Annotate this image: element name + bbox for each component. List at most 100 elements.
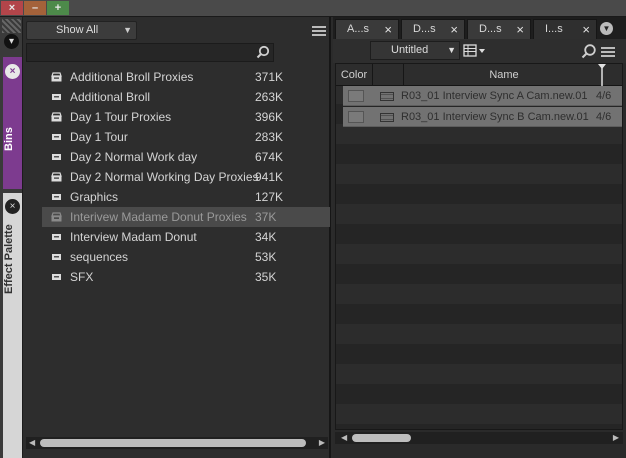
scrollbar-thumb[interactable]: [40, 439, 306, 447]
scroll-left-icon[interactable]: ◀: [341, 432, 347, 444]
scroll-right-icon[interactable]: ▶: [319, 437, 325, 449]
bin-name: Interview Madam Donut: [70, 230, 197, 244]
bin-row[interactable]: Graphics 127K: [42, 187, 330, 207]
drag-handle[interactable]: [2, 19, 21, 33]
bin-search-input[interactable]: [26, 43, 274, 62]
bin-tab[interactable]: D...s ×: [401, 19, 465, 39]
clip-color-swatch[interactable]: [348, 90, 364, 102]
filter-dropdown[interactable]: Show All ▼: [26, 21, 137, 40]
bin-view-name: Untitled: [391, 44, 429, 56]
bin-menu-icon[interactable]: [601, 47, 615, 57]
close-tab-icon[interactable]: ×: [582, 20, 590, 39]
bin-proxy-icon: [51, 112, 62, 122]
effect-palette-tab-label: Effect Palette: [3, 224, 15, 294]
list-view-icon: [463, 44, 485, 57]
tab-menu-icon[interactable]: ▼: [600, 22, 613, 35]
bin-row[interactable]: SFX 35K: [42, 267, 330, 287]
close-tab-icon[interactable]: ×: [450, 20, 458, 39]
column-marker-icon[interactable]: [598, 64, 606, 86]
close-tab-icon[interactable]: ×: [384, 20, 392, 39]
bin-tab-label: I...s: [545, 23, 563, 35]
column-header-icon[interactable]: [373, 64, 404, 86]
column-header-color[interactable]: Color: [336, 64, 373, 86]
chevron-down-icon: ▼: [123, 25, 132, 35]
view-mode-button[interactable]: [462, 42, 488, 59]
window-close-button[interactable]: ×: [1, 1, 23, 15]
bin-row[interactable]: Day 2 Normal Working Day Proxies 941K: [42, 167, 330, 187]
clip-date: 4/6: [596, 90, 612, 102]
bin-row[interactable]: Interview Madam Donut 34K: [42, 227, 330, 247]
master-clip-icon: [380, 113, 394, 122]
bins-horizontal-scrollbar[interactable]: ◀ ▶: [26, 437, 328, 449]
bin-tab[interactable]: D...s ×: [467, 19, 531, 39]
column-header-name[interactable]: Name: [404, 64, 604, 86]
bin-icon: [52, 194, 61, 200]
bin-icon: [52, 154, 61, 160]
bin-row[interactable]: Day 1 Tour Proxies 396K: [42, 107, 330, 127]
bin-size: 283K: [255, 130, 284, 144]
window-maximize-button[interactable]: +: [47, 1, 69, 15]
clip-color-swatch[interactable]: [348, 111, 364, 123]
bin-size: 396K: [255, 110, 284, 124]
tab-bins[interactable]: × Bins: [3, 57, 22, 189]
panel-menu-icon[interactable]: [312, 26, 326, 36]
bin-size: 371K: [255, 70, 284, 84]
bin-tab[interactable]: I...s ×: [533, 19, 597, 39]
clip-row[interactable]: R03_01 Interview Sync A Cam.new.01 4/6: [343, 86, 622, 106]
bin-size: 127K: [255, 190, 284, 204]
bin-name: Day 2 Normal Working Day Proxies: [70, 170, 259, 184]
filter-value: Show All: [56, 24, 99, 36]
bin-size: 941K: [255, 170, 284, 184]
search-icon[interactable]: [256, 45, 270, 59]
bin-proxy-icon: [51, 212, 62, 222]
bin-row[interactable]: Day 2 Normal Work day 674K: [42, 147, 330, 167]
bin-tab-label: A...s: [347, 23, 370, 35]
bin-name: Day 1 Tour: [70, 130, 128, 144]
clip-name: R03_01 Interview Sync A Cam.new.01: [401, 90, 588, 102]
bin-name: Day 2 Normal Work day: [70, 150, 198, 164]
bin-row[interactable]: Additional Broll 263K: [42, 87, 330, 107]
window-minimize-button[interactable]: –: [24, 1, 46, 15]
close-tab-icon[interactable]: ×: [516, 20, 524, 39]
bin-name: Interivew Madame Donut Proxies: [70, 210, 247, 224]
collapse-icon[interactable]: ▾: [4, 34, 19, 49]
bin-name: Additional Broll: [70, 90, 151, 104]
chevron-down-icon: ▼: [447, 45, 456, 55]
find-icon[interactable]: [581, 43, 597, 59]
close-effect-palette-icon[interactable]: ×: [5, 199, 20, 214]
bin-name: Additional Broll Proxies: [70, 70, 194, 84]
bin-size: 674K: [255, 150, 284, 164]
bin-size: 34K: [255, 230, 277, 244]
bin-icon: [52, 254, 61, 260]
bin-size: 37K: [255, 210, 277, 224]
bin-view-horizontal-scrollbar[interactable]: ◀ ▶: [335, 432, 623, 444]
bin-icon: [52, 234, 61, 240]
bin-proxy-icon: [51, 72, 62, 82]
master-clip-icon: [380, 92, 394, 101]
bin-row[interactable]: Day 1 Tour 283K: [42, 127, 330, 147]
bin-tab[interactable]: A...s ×: [335, 19, 399, 39]
scroll-right-icon[interactable]: ▶: [613, 432, 619, 444]
bins-panel: Show All ▼ Additional Broll Proxies 371K A…: [23, 17, 331, 458]
bin-tab-label: D...s: [413, 23, 436, 35]
clip-row[interactable]: R03_01 Interview Sync B Cam.new.01 4/6: [343, 107, 622, 127]
bin-view-dropdown[interactable]: Untitled ▼: [370, 41, 460, 60]
bin-icon: [52, 94, 61, 100]
bin-view-panel: I...s × D...s × D...s × A...s × ▼ Untitled ▼ Co…: [333, 17, 626, 458]
scroll-left-icon[interactable]: ◀: [29, 437, 35, 449]
bin-name: Graphics: [70, 190, 119, 204]
bin-name: sequences: [70, 250, 129, 264]
clip-name: R03_01 Interview Sync B Cam.new.01: [401, 111, 589, 123]
bin-list: Additional Broll Proxies 371K Additional B…: [42, 67, 330, 287]
bin-tab-bar: I...s × D...s × D...s × A...s × ▼: [333, 17, 626, 39]
table-header: Color Name: [336, 64, 622, 86]
bin-row[interactable]: Interivew Madame Donut Proxies 37K: [42, 207, 330, 227]
close-bins-tab-icon[interactable]: ×: [5, 64, 20, 79]
tab-effect-palette[interactable]: × Effect Palette: [3, 193, 22, 458]
scrollbar-thumb[interactable]: [352, 434, 411, 442]
bin-proxy-icon: [51, 172, 62, 182]
bin-row[interactable]: Additional Broll Proxies 371K: [42, 67, 330, 87]
bin-row[interactable]: sequences 53K: [42, 247, 330, 267]
bin-name: SFX: [70, 270, 94, 284]
window-titlebar: × – +: [0, 0, 626, 17]
